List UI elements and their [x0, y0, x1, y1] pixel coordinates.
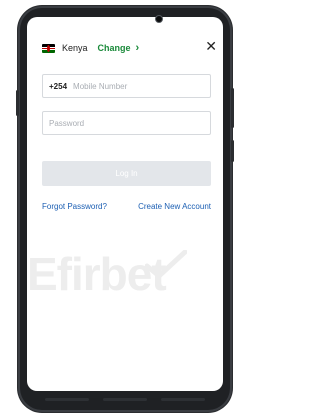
country-name: Kenya — [62, 43, 88, 53]
country-selector[interactable]: Kenya Change › — [42, 41, 139, 55]
create-account-link[interactable]: Create New Account — [138, 202, 211, 211]
forgot-password-link[interactable]: Forgot Password? — [42, 202, 107, 211]
nav-recents-button[interactable] — [161, 398, 205, 401]
password-field[interactable] — [42, 111, 211, 135]
close-icon[interactable]: ✕ — [205, 39, 217, 53]
phone-side-button — [231, 140, 234, 162]
mobile-number-input[interactable] — [73, 81, 194, 91]
password-input[interactable] — [49, 118, 169, 128]
front-camera — [156, 16, 162, 22]
checkmark-logo-icon — [145, 250, 187, 279]
change-country-link[interactable]: Change — [98, 43, 131, 53]
kenya-flag-icon — [42, 43, 55, 53]
login-button[interactable]: Log In — [42, 161, 211, 186]
phone-side-button — [231, 88, 234, 128]
mobile-number-field[interactable]: +254 — [42, 74, 211, 98]
chevron-right-icon[interactable]: › — [136, 42, 140, 54]
country-code-prefix: +254 — [49, 81, 68, 91]
system-nav-bar — [45, 398, 205, 401]
nav-back-button[interactable] — [45, 398, 89, 401]
app-screen: Kenya Change › ✕ +254 Log In Forgot Pass… — [27, 17, 223, 391]
phone-side-button — [16, 90, 19, 116]
nav-home-button[interactable] — [103, 398, 147, 401]
